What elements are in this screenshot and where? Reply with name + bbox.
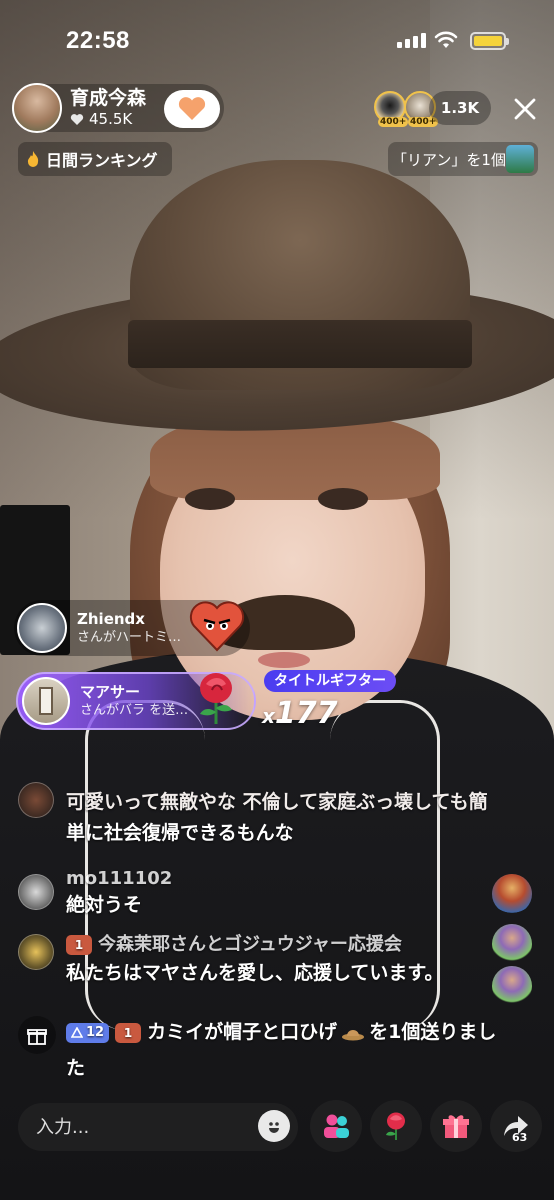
guest-connect-button[interactable]	[310, 1100, 362, 1152]
signal-icon	[397, 33, 426, 48]
emoji-button[interactable]	[258, 1110, 290, 1142]
heart-mustache-gift-icon	[189, 601, 245, 652]
gift-button[interactable]	[430, 1100, 482, 1152]
follow-button[interactable]: 3	[164, 90, 220, 128]
floating-gift-sticker	[492, 874, 532, 914]
host-name: 育成今森	[70, 87, 147, 109]
viewer-count[interactable]: 1.3K	[429, 91, 491, 125]
fan-heart-badge: 1	[115, 1022, 142, 1043]
cowboy-hat-effect-band	[128, 320, 472, 368]
commenter-name: 今森茉耶さんとゴジュウジャー応援会	[98, 934, 402, 955]
comment-text-continued: 単に社会復帰できるもんな	[66, 822, 294, 844]
gift-history-button[interactable]	[18, 1016, 56, 1054]
host-likes: 45.5K	[89, 110, 133, 128]
level-badge: 12	[66, 1022, 110, 1043]
smiley-icon	[269, 1122, 279, 1133]
comment-input[interactable]	[18, 1103, 298, 1151]
gifter-name: マアサー	[80, 683, 141, 701]
daily-ranking-button[interactable]: 日間ランキング	[18, 142, 172, 176]
share-button[interactable]	[490, 1100, 542, 1152]
comment-text-continued: た	[66, 1057, 86, 1079]
gifter-avatar	[22, 677, 70, 725]
comment-text: 絶対うそ	[66, 894, 143, 916]
share-count: 63	[512, 1131, 528, 1144]
title-gifter-badge: タイトルギフター	[264, 670, 396, 692]
fan-heart-badge: 1	[66, 934, 92, 955]
viewer-avatar[interactable]: 400+	[374, 91, 409, 127]
gift-text: さんがハートミ…	[77, 630, 182, 645]
cowboy-hat-icon	[342, 1029, 365, 1040]
follow-count: 3	[200, 110, 208, 123]
comment-text: 私たちはマヤさんを愛し、応援しています。	[66, 962, 444, 984]
gift-ticker[interactable]: 「リアン」を1個	[388, 142, 538, 176]
gift-combo-count: x177	[262, 696, 338, 731]
status-bar: 22:58	[0, 0, 554, 80]
ranking-label: 日間ランキング	[46, 151, 158, 170]
gifter-name: Zhiendx	[77, 610, 145, 628]
wifi-icon	[434, 31, 458, 48]
streamer-eye	[318, 488, 368, 510]
streamer-eye	[185, 488, 235, 510]
host-avatar[interactable]	[12, 83, 62, 133]
gift-text: さんがバラ を送…	[80, 703, 189, 718]
comment-text: を1個送りまし	[369, 1021, 497, 1043]
gift-box-icon	[27, 1029, 47, 1045]
commenter-avatar[interactable]	[18, 782, 54, 818]
floating-gift-sticker	[492, 966, 532, 1006]
commenter-avatar[interactable]	[18, 874, 54, 910]
commenter-avatar[interactable]	[18, 934, 54, 970]
comment-text: カミイが帽子と口ひげ	[147, 1021, 338, 1043]
streamer-lips	[258, 652, 310, 668]
battery-icon	[470, 32, 509, 50]
flame-icon	[27, 151, 39, 167]
heart-icon	[70, 113, 84, 125]
gift-box-icon	[443, 1115, 469, 1138]
commenter-name: mo111102	[66, 868, 173, 889]
top-viewers[interactable]: 400+ 400+	[374, 91, 439, 127]
ticker-text: 「リアン」を1個	[392, 150, 506, 169]
rose-icon	[200, 673, 232, 724]
people-icon	[324, 1114, 349, 1138]
clock: 22:58	[66, 27, 130, 54]
close-icon[interactable]	[508, 92, 542, 126]
gifter-avatar	[17, 603, 67, 653]
rose-icon	[386, 1112, 405, 1140]
comment-text: 可愛いって無敵やな 不倫して家庭ぶっ壊しても簡	[66, 791, 488, 813]
triangle-level-icon	[71, 1027, 83, 1038]
ticker-gift-image	[506, 145, 534, 173]
floating-gift-sticker	[492, 924, 532, 964]
rose-gift-button[interactable]	[370, 1100, 422, 1152]
